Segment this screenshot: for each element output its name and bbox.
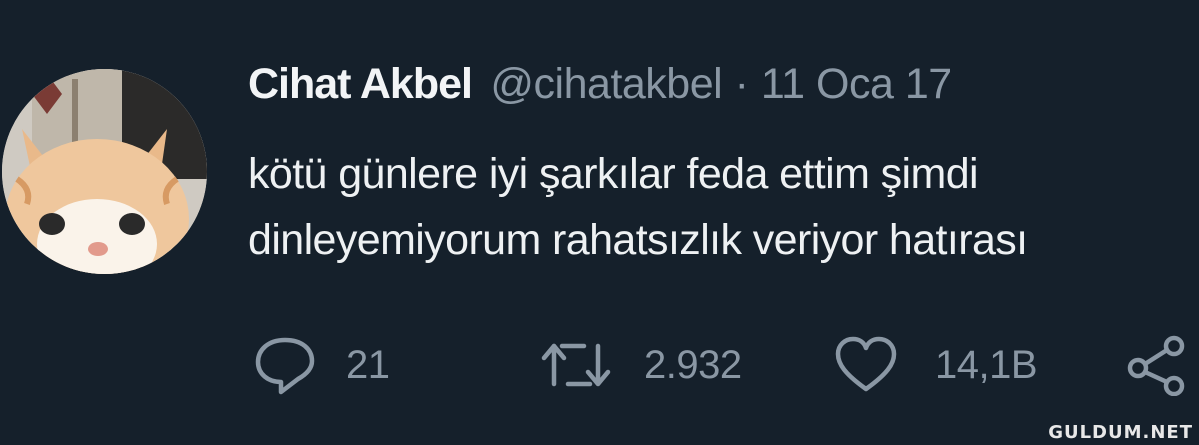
user-handle[interactable]: @cihatakbel	[490, 60, 722, 108]
cat-avatar-icon	[2, 69, 207, 274]
watermark: GULDUM.NET	[1048, 422, 1193, 443]
share-button[interactable]	[1124, 330, 1190, 400]
heart-icon	[835, 336, 897, 392]
tweet-actions: 21 2.932 14,1B	[0, 330, 1199, 410]
share-icon	[1127, 335, 1185, 396]
user-avatar[interactable]	[2, 69, 207, 274]
tweet-text-line: kötü günlere iyi şarkılar feda ettim şim…	[248, 150, 979, 198]
reply-count: 21	[346, 342, 390, 387]
reply-icon	[255, 337, 315, 395]
retweet-button[interactable]: 2.932	[538, 330, 742, 400]
tweet-header: Cihat Akbel @cihatakbel · 11 Oca 17	[248, 60, 952, 109]
tweet-card[interactable]: Cihat Akbel @cihatakbel · 11 Oca 17 kötü…	[0, 0, 1199, 445]
like-button[interactable]: 14,1B	[833, 330, 1038, 400]
reply-button[interactable]: 21	[252, 330, 390, 400]
tweet-text-line: dinleyemiyorum rahatsızlık veriyor hatır…	[248, 216, 1028, 264]
like-count: 14,1B	[935, 342, 1038, 387]
retweet-icon	[541, 343, 611, 387]
retweet-count: 2.932	[644, 342, 742, 387]
tweet-date[interactable]: 11 Oca 17	[761, 60, 952, 108]
separator-dot: ·	[734, 60, 749, 108]
display-name[interactable]: Cihat Akbel	[248, 60, 473, 108]
tweet-text: kötü günlere iyi şarkılar feda ettim şim…	[248, 141, 1188, 273]
